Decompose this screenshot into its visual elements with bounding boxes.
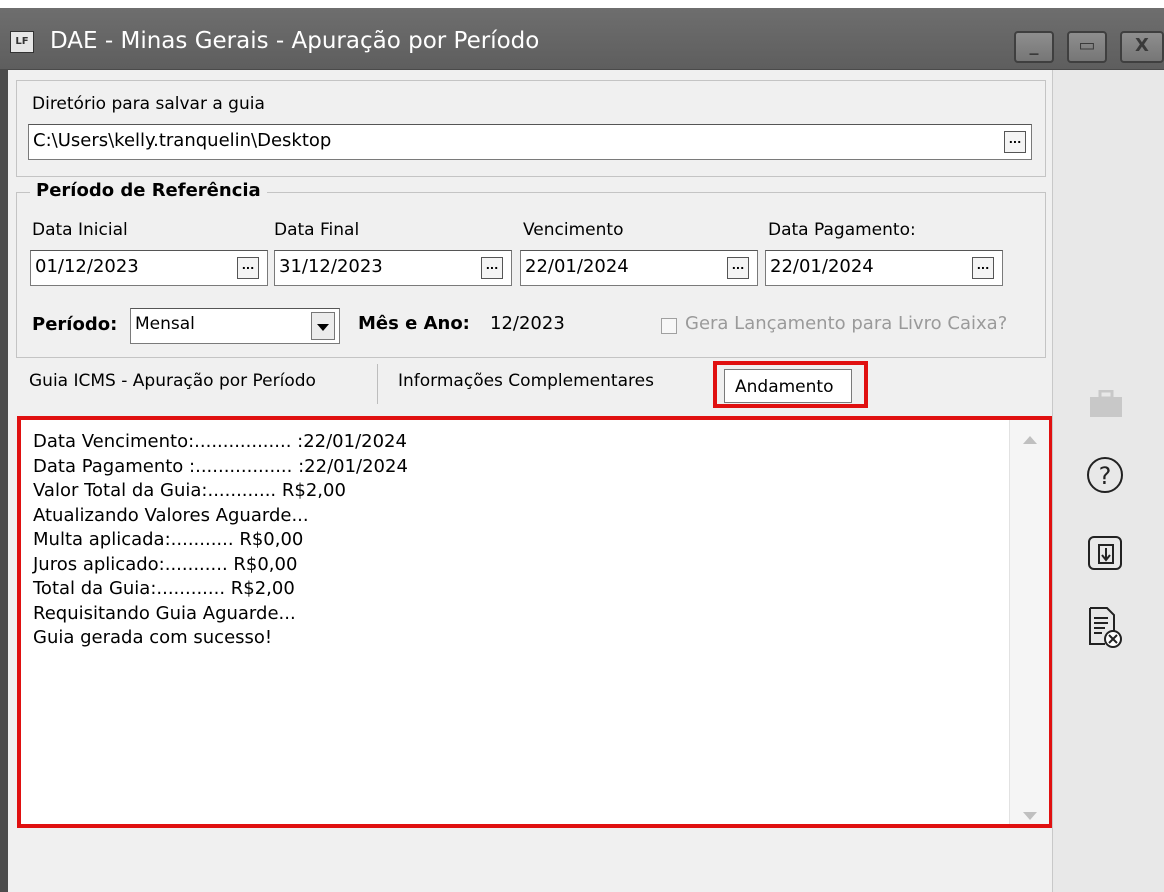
close-button[interactable]: X (1120, 31, 1164, 63)
vencimento-field[interactable]: 22/01/2024 ... (520, 250, 758, 286)
directory-value: C:\Users\kelly.tranquelin\Desktop (33, 130, 332, 151)
log-line: Juros aplicado:........... R$0,00 (33, 553, 298, 575)
side-toolbar: ? (1052, 70, 1164, 892)
data-inicial-picker-button[interactable]: ... (237, 257, 259, 279)
data-pagamento-label: Data Pagamento: (768, 220, 916, 240)
help-glyph: ? (1099, 462, 1112, 490)
scroll-down-icon[interactable] (1023, 812, 1037, 820)
directory-browse-button[interactable]: ... (1004, 131, 1026, 153)
log-line: Valor Total da Guia:............ R$2,00 (33, 480, 346, 501)
vencimento-label: Vencimento (523, 220, 624, 240)
window-title: DAE - Minas Gerais - Apuração por Períod… (50, 28, 540, 54)
delete-document-icon[interactable] (1087, 606, 1123, 650)
data-inicial-field[interactable]: 01/12/2023 ... (30, 250, 268, 286)
chevron-down-icon[interactable] (311, 312, 335, 340)
livro-caixa-label: Gera Lançamento para Livro Caixa? (685, 313, 1008, 334)
minimize-button[interactable]: _ (1014, 31, 1054, 63)
mes-ano-value: 12/2023 (490, 313, 565, 334)
log-line: Data Pagamento :................. :22/01… (33, 455, 408, 477)
tab-informacoes-complementares[interactable]: Informações Complementares (398, 362, 654, 408)
periodo-label: Período: (32, 314, 118, 335)
periodo-select[interactable]: Mensal (130, 308, 340, 344)
briefcase-icon[interactable] (1089, 390, 1123, 418)
tab-highlight-box (713, 361, 868, 408)
andamento-log-panel: Data Vencimento:................. :22/01… (17, 416, 1053, 828)
left-border (0, 70, 8, 892)
dae-window: LF DAE - Minas Gerais - Apuração por Per… (0, 0, 1164, 892)
data-pagamento-value: 22/01/2024 (770, 256, 874, 277)
log-scrollbar[interactable] (1009, 420, 1049, 824)
log-line: Atualizando Valores Aguarde... (33, 504, 309, 526)
periodo-group-title: Período de Referência (30, 180, 267, 201)
title-bar: LF DAE - Minas Gerais - Apuração por Per… (0, 8, 1164, 70)
vencimento-value: 22/01/2024 (525, 256, 629, 277)
help-icon[interactable]: ? (1085, 455, 1125, 495)
download-icon[interactable] (1087, 535, 1123, 573)
vencimento-picker-button[interactable]: ... (727, 257, 749, 279)
tab-separator (377, 364, 378, 404)
log-lines: Data Vencimento:................. :22/01… (33, 430, 408, 651)
directory-label: Diretório para salvar a guia (32, 94, 265, 114)
data-pagamento-field[interactable]: 22/01/2024 ... (765, 250, 1003, 286)
log-line: Data Vencimento:................. :22/01… (33, 431, 407, 452)
scroll-up-icon[interactable] (1023, 436, 1037, 444)
periodo-selected-value: Mensal (135, 314, 195, 334)
directory-field[interactable]: C:\Users\kelly.tranquelin\Desktop ... (28, 124, 1032, 160)
data-final-label: Data Final (274, 220, 360, 240)
log-line: Requisitando Guia Aguarde... (33, 602, 296, 624)
data-inicial-label: Data Inicial (32, 220, 128, 240)
app-icon: LF (10, 31, 34, 53)
data-pagamento-picker-button[interactable]: ... (972, 257, 994, 279)
data-inicial-value: 01/12/2023 (35, 256, 139, 277)
maximize-button[interactable]: ▭ (1067, 31, 1107, 63)
livro-caixa-checkbox[interactable] (661, 318, 677, 334)
tab-guia-icms[interactable]: Guia ICMS - Apuração por Período (29, 362, 316, 408)
data-final-value: 31/12/2023 (279, 256, 383, 277)
data-final-picker-button[interactable]: ... (481, 257, 503, 279)
log-line: Total da Guia:............ R$2,00 (33, 578, 295, 599)
log-line: Multa aplicada:........... R$0,00 (33, 529, 304, 550)
log-line: Guia gerada com sucesso! (33, 627, 273, 648)
mes-ano-label: Mês e Ano: (358, 313, 470, 334)
data-final-field[interactable]: 31/12/2023 ... (274, 250, 512, 286)
top-strip (0, 0, 1164, 8)
